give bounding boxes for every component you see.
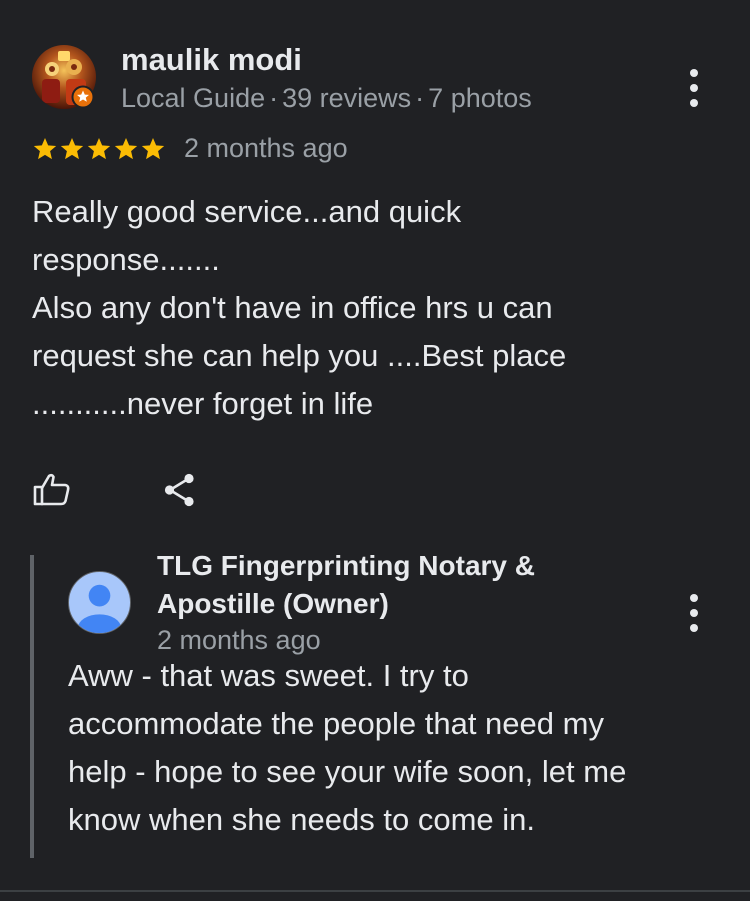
reviewer-avatar[interactable] [32,45,96,109]
photo-count: 7 photos [428,83,532,113]
review-more-options-button[interactable] [679,66,709,110]
meta-separator: · [415,83,425,113]
review-text: Really good service...and quick response… [32,188,712,428]
reply-text-line: help - hope to see your wife soon, let m… [68,754,627,789]
share-icon [164,473,194,507]
local-guide-badge-icon [71,85,95,109]
local-guide-label: Local Guide [121,83,266,113]
owner-reply-indicator [30,555,34,858]
like-button[interactable] [30,468,74,512]
meta-separator: · [269,83,279,113]
reviewer-meta: Local Guide · 39 reviews · 7 photos [121,83,532,114]
reviewer-name[interactable]: maulik modi [121,42,302,78]
share-button[interactable] [158,468,202,512]
reply-text-line: know when she needs to come in. [68,802,535,837]
review-text-line: Really good service...and quick [32,194,462,229]
star-icon [60,137,84,160]
owner-avatar[interactable] [68,571,131,634]
review-text-line: Also any don't have in office hrs u can [32,290,553,325]
reply-more-options-button[interactable] [679,591,709,635]
review-text-line: request she can help you ....Best place [32,338,567,373]
owner-name[interactable]: TLG Fingerprinting Notary & Apostille (O… [157,547,535,623]
star-icon [141,137,165,160]
more-vert-icon [690,594,698,602]
review-time: 2 months ago [184,133,348,163]
star-icon [33,137,57,160]
owner-name-line: Apostille (Owner) [157,588,389,619]
star-icon [114,137,138,160]
review-text-line: ...........never forget in life [32,386,374,421]
review-text-line: response....... [32,242,220,277]
review-count: 39 reviews [282,83,412,113]
reply-text-line: Aww - that was sweet. I try to [68,658,469,693]
star-rating [32,131,166,167]
thumb-up-icon [33,473,70,506]
divider [0,890,750,892]
owner-name-line: TLG Fingerprinting Notary & [157,550,535,581]
star-icon [87,137,111,160]
more-vert-icon [690,69,698,77]
owner-reply-text: Aww - that was sweet. I try to accommoda… [68,652,718,844]
reply-text-line: accommodate the people that need my [68,706,604,741]
